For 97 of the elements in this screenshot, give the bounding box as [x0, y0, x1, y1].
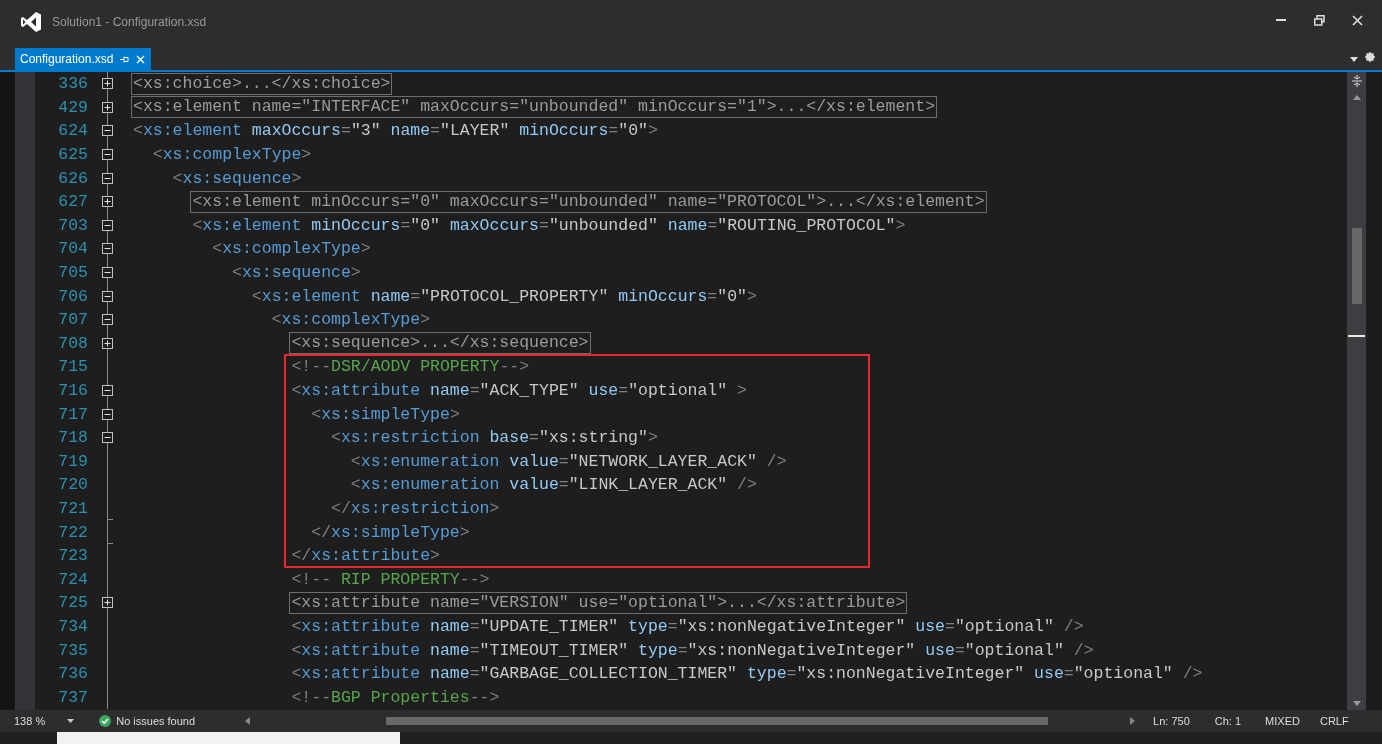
line-number: 722 — [57, 522, 88, 542]
expand-icon[interactable] — [101, 337, 113, 349]
code-line: <xs:enumeration value="NETWORK_LAYER_ACK" /> — [349, 451, 787, 471]
collapse-icon[interactable] — [101, 125, 113, 137]
code-line: <!--DSR/AODV PROPERTY--> — [290, 357, 530, 377]
scroll-left-icon[interactable] — [245, 717, 251, 725]
restore-icon — [1313, 14, 1325, 26]
collapse-icon[interactable] — [101, 243, 113, 255]
line-number: 718 — [57, 428, 88, 448]
line-number: 724 — [57, 569, 88, 589]
close-icon[interactable] — [136, 54, 146, 64]
scroll-thumb[interactable] — [1351, 228, 1362, 304]
line-number: 624 — [57, 121, 88, 141]
app-logo-icon — [20, 11, 42, 33]
code-line: <xs:sequence> — [231, 263, 361, 283]
issues-status: No issues found — [116, 715, 196, 727]
collapsed-code[interactable]: <xs:attribute name="VERSION" use="optional">...</xs:attribute> — [289, 591, 908, 614]
close-icon — [1351, 14, 1363, 26]
collapse-icon[interactable] — [101, 149, 113, 161]
code-line: <!-- RIP PROPERTY--> — [290, 569, 490, 589]
line-number: 708 — [57, 333, 88, 353]
line-endings-status[interactable]: CRLF — [1319, 715, 1349, 727]
code-line: <xs:attribute name="UPDATE_TIMER" type="xs:nonNegativeInteger" use="optional" /> — [290, 616, 1084, 636]
line-position: Ln: 750 — [1153, 715, 1190, 727]
code-line: <!--BGP Properties--> — [290, 687, 500, 707]
code-line: <xs:element maxOccurs="3" name="LAYER" minOccurs="0"> — [133, 121, 658, 141]
minimize-icon — [1276, 19, 1286, 21]
code-line: <xs:complexType> — [270, 310, 431, 330]
window-title: Solution1 - Configuration.xsd — [52, 15, 207, 29]
collapse-icon[interactable] — [101, 290, 113, 302]
collapsed-code[interactable]: <xs:choice>...</xs:choice> — [131, 72, 393, 95]
code-line: <xs:element minOccurs="0" maxOccurs="unbounded" name="ROUTING_PROTOCOL"> — [191, 215, 906, 235]
expand-icon[interactable] — [101, 196, 113, 208]
line-number: 715 — [57, 357, 88, 377]
code-line: <xs:enumeration value="LINK_LAYER_ACK" /> — [349, 475, 757, 495]
line-number: 625 — [57, 145, 88, 165]
vertical-scrollbar[interactable] — [1347, 72, 1366, 710]
expand-icon[interactable] — [101, 597, 113, 609]
zoom-dropdown[interactable]: 138 % — [14, 715, 46, 727]
line-number: 720 — [57, 475, 88, 495]
collapse-icon[interactable] — [101, 267, 113, 279]
line-number: 719 — [57, 451, 88, 471]
line-number: 736 — [57, 664, 88, 684]
line-number: 707 — [57, 310, 88, 330]
line-number: 725 — [57, 593, 88, 613]
collapse-icon[interactable] — [101, 432, 113, 444]
code-line: <xs:attribute name="ACK_TYPE" use="optional" > — [290, 381, 747, 400]
code-line: <xs:complexType> — [211, 239, 371, 259]
line-number: 336 — [57, 74, 88, 94]
settings-icon[interactable] — [1365, 52, 1375, 62]
code-line: </xs:simpleType> — [310, 522, 470, 542]
scroll-right-icon[interactable] — [1130, 717, 1136, 725]
collapse-icon[interactable] — [101, 408, 113, 420]
line-number: 626 — [57, 168, 88, 188]
line-number: 734 — [57, 616, 88, 636]
code-line: <xs:complexType> — [151, 145, 312, 165]
line-number: 703 — [57, 215, 88, 235]
expand-icon[interactable] — [101, 101, 113, 113]
code-line: <xs:sequence> — [171, 168, 302, 188]
column-position: Ch: 1 — [1214, 715, 1242, 727]
line-number: 735 — [57, 640, 88, 660]
scroll-up-icon[interactable] — [1352, 95, 1361, 100]
collapsed-code[interactable]: <xs:element minOccurs="0" maxOccurs="unbounded" name="PROTOCOL">...</xs:element> — [190, 190, 987, 213]
check-icon — [99, 715, 112, 727]
line-number: 429 — [57, 97, 88, 117]
line-number: 717 — [57, 404, 88, 424]
dropdown-icon[interactable] — [1350, 57, 1358, 62]
collapse-icon[interactable] — [101, 314, 113, 326]
line-number: 705 — [57, 263, 88, 283]
code-line: <xs:restriction base="xs:string"> — [330, 428, 658, 448]
collapse-icon[interactable] — [101, 219, 113, 231]
code-line: <xs:simpleType> — [310, 404, 460, 424]
collapse-icon[interactable] — [101, 385, 113, 396]
encoding-status[interactable]: MIXED — [1265, 715, 1300, 727]
collapse-icon[interactable] — [101, 172, 113, 184]
code-line: <xs:element name="PROTOCOL_PROPERTY" minOccurs="0"> — [250, 286, 757, 306]
line-number: 716 — [57, 381, 88, 400]
line-number: 704 — [57, 239, 88, 259]
caret-marker — [1348, 335, 1365, 337]
line-number: 721 — [57, 499, 88, 518]
line-number: 706 — [57, 286, 88, 306]
code-line: <xs:attribute name="GARBAGE_COLLECTION_TIMER" type="xs:nonNegativeInteger" use="optional" /> — [290, 664, 1203, 684]
caret-icon[interactable] — [67, 719, 75, 723]
line-number: 723 — [57, 546, 88, 566]
split-icon[interactable] — [1351, 75, 1362, 87]
line-number: 737 — [57, 687, 88, 707]
collapsed-code[interactable]: <xs:sequence>...</xs:sequence> — [289, 332, 591, 355]
horizontal-scroll-thumb[interactable] — [386, 717, 1049, 725]
collapsed-code[interactable]: <xs:element name="INTERFACE" maxOccurs="unbounded" minOccurs="1">...</xs:element> — [131, 96, 938, 119]
expand-icon[interactable] — [101, 78, 113, 90]
line-number: 627 — [57, 192, 88, 212]
code-line: <xs:attribute name="TIMEOUT_TIMER" type="xs:nonNegativeInteger" use="optional" /> — [290, 640, 1094, 660]
pin-icon[interactable] — [120, 54, 130, 64]
scroll-down-icon[interactable] — [1352, 701, 1361, 706]
code-line: </xs:attribute> — [290, 546, 440, 566]
code-line: </xs:restriction> — [330, 499, 500, 518]
document-tab[interactable]: Configuration.xsd — [15, 48, 152, 70]
